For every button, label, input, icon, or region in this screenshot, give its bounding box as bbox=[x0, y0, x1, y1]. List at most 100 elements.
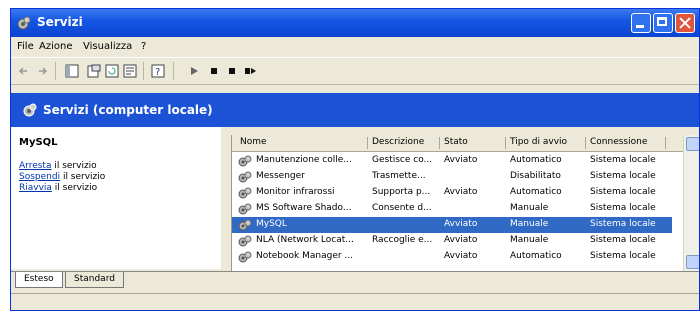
row-nome: MS Software Shado... bbox=[256, 203, 352, 213]
row-stato: Avviato bbox=[444, 155, 478, 165]
row-connessione: Sistema locale bbox=[590, 235, 656, 245]
service-gear-icon bbox=[238, 187, 252, 199]
title-bar[interactable]: Servizi bbox=[11, 9, 699, 37]
list-header: Nome Descrizione Stato Tipo di avvio Con… bbox=[232, 135, 699, 152]
close-button[interactable] bbox=[675, 13, 695, 33]
row-tipo-avvio: Automatico bbox=[510, 187, 562, 197]
column-header-descrizione[interactable]: Descrizione bbox=[372, 137, 440, 149]
row-nome: MySQL bbox=[256, 219, 287, 229]
table-row[interactable]: Monitor infrarossi Supporta p... Avviato Au… bbox=[232, 185, 672, 201]
console-banner: Servizi (computer locale) bbox=[11, 93, 699, 127]
scroll-down-arrow[interactable] bbox=[686, 255, 699, 269]
refresh-icon[interactable] bbox=[105, 64, 119, 78]
action-text: il servizio bbox=[51, 183, 98, 193]
vertical-scrollbar[interactable] bbox=[683, 135, 699, 271]
row-nome: Messenger bbox=[256, 171, 305, 181]
row-connessione: Sistema locale bbox=[590, 219, 656, 229]
menu-bar: File Azione Visualizza ? bbox=[11, 37, 699, 57]
table-row[interactable]: Messenger Trasmette... Disabilitato Sistema… bbox=[232, 169, 672, 185]
toolbar-separator bbox=[55, 62, 56, 80]
menu-file[interactable]: File bbox=[17, 41, 34, 52]
row-descrizione: Trasmette... bbox=[372, 171, 426, 181]
row-descrizione: Gestisce co... bbox=[372, 155, 433, 165]
service-gear-icon bbox=[238, 171, 252, 183]
row-stato: Avviato bbox=[444, 219, 478, 229]
column-header-connessione[interactable]: Connessione bbox=[590, 137, 666, 149]
row-descrizione: Raccoglie e... bbox=[372, 235, 433, 245]
column-header-nome[interactable]: Nome bbox=[240, 137, 368, 149]
pause-service-link[interactable]: Sospendi bbox=[19, 172, 60, 182]
row-nome: Manutenzione colle... bbox=[256, 155, 352, 165]
export-list-icon[interactable] bbox=[123, 64, 137, 78]
back-icon[interactable] bbox=[19, 64, 29, 78]
restart-service-link[interactable]: Riavvia bbox=[19, 183, 52, 193]
row-tipo-avvio: Manuale bbox=[510, 203, 549, 213]
row-descrizione: Supporta p... bbox=[372, 187, 431, 197]
stop-service-icon[interactable] bbox=[207, 64, 221, 78]
column-header-stato[interactable]: Stato bbox=[444, 137, 506, 149]
service-gear-icon bbox=[238, 235, 252, 247]
pause-service-icon[interactable] bbox=[225, 64, 239, 78]
row-tipo-avvio: Manuale bbox=[510, 219, 549, 229]
menu-visualizza[interactable]: Visualizza bbox=[83, 41, 132, 52]
menu-help[interactable]: ? bbox=[141, 41, 146, 52]
service-gear-icon bbox=[238, 251, 252, 263]
action-stop: Arresta il servizio bbox=[19, 161, 97, 171]
svg-text:?: ? bbox=[155, 67, 160, 78]
service-gear-icon bbox=[238, 155, 252, 167]
tab-standard[interactable]: Standard bbox=[65, 272, 124, 288]
forward-icon[interactable] bbox=[37, 64, 47, 78]
column-header-tipo-avvio[interactable]: Tipo di avvio bbox=[510, 137, 586, 149]
toolbar-separator bbox=[143, 62, 144, 80]
view-tabs: Esteso Standard bbox=[11, 271, 699, 290]
row-tipo-avvio: Manuale bbox=[510, 235, 549, 245]
tab-esteso[interactable]: Esteso bbox=[15, 272, 63, 288]
show-hide-tree-icon[interactable] bbox=[65, 64, 79, 78]
status-bar bbox=[11, 293, 699, 310]
services-list: Nome Descrizione Stato Tipo di avvio Con… bbox=[231, 135, 699, 271]
row-descrizione: Consente d... bbox=[372, 203, 432, 213]
row-tipo-avvio: Automatico bbox=[510, 251, 562, 261]
row-nome: NLA (Network Locat... bbox=[256, 235, 354, 245]
row-connessione: Sistema locale bbox=[590, 155, 656, 165]
row-nome: Notebook Manager ... bbox=[256, 251, 353, 261]
minimize-button[interactable] bbox=[631, 13, 651, 33]
row-stato: Avviato bbox=[444, 235, 478, 245]
row-connessione: Sistema locale bbox=[590, 171, 656, 181]
row-connessione: Sistema locale bbox=[590, 203, 656, 213]
action-text: il servizio bbox=[60, 172, 106, 182]
row-nome: Monitor infrarossi bbox=[256, 187, 335, 197]
services-gear-icon bbox=[23, 103, 37, 117]
services-gear-icon bbox=[17, 16, 31, 30]
toolbar: ? bbox=[11, 57, 699, 85]
table-row[interactable]: NLA (Network Locat... Raccoglie e... Avvia… bbox=[232, 233, 672, 249]
row-connessione: Sistema locale bbox=[590, 187, 656, 197]
services-window: Servizi File Azione Visualizza ? ? Servi… bbox=[10, 8, 700, 311]
stop-service-link[interactable]: Arresta bbox=[19, 161, 51, 171]
action-text: il servizio bbox=[51, 161, 97, 171]
maximize-button[interactable] bbox=[653, 13, 673, 33]
properties-icon[interactable] bbox=[87, 64, 101, 78]
help-icon[interactable]: ? bbox=[151, 64, 165, 78]
table-row[interactable]: Notebook Manager ... Avviato Automatico Sis… bbox=[232, 249, 672, 265]
row-stato: Avviato bbox=[444, 251, 478, 261]
table-row[interactable]: MySQL Avviato Manuale Sistema locale bbox=[232, 217, 672, 233]
banner-title: Servizi (computer locale) bbox=[43, 103, 213, 117]
menu-azione[interactable]: Azione bbox=[39, 41, 72, 52]
table-row[interactable]: MS Software Shado... Consente d... Manuale… bbox=[232, 201, 672, 217]
scroll-up-arrow[interactable] bbox=[686, 137, 699, 151]
row-tipo-avvio: Disabilitato bbox=[510, 171, 561, 181]
selected-service-name: MySQL bbox=[19, 137, 58, 148]
service-gear-icon bbox=[238, 203, 252, 215]
action-pause: Sospendi il servizio bbox=[19, 172, 105, 182]
action-restart: Riavvia il servizio bbox=[19, 183, 97, 193]
table-row[interactable]: Manutenzione colle... Gestisce co... Avvia… bbox=[232, 153, 672, 169]
start-service-icon[interactable] bbox=[187, 64, 201, 78]
window-title: Servizi bbox=[37, 15, 83, 29]
row-connessione: Sistema locale bbox=[590, 251, 656, 261]
row-stato: Avviato bbox=[444, 187, 478, 197]
restart-service-icon[interactable] bbox=[243, 64, 257, 78]
service-detail-pane: MySQL Arresta il servizio Sospendi il se… bbox=[11, 127, 221, 269]
toolbar-separator bbox=[173, 62, 174, 80]
row-tipo-avvio: Automatico bbox=[510, 155, 562, 165]
